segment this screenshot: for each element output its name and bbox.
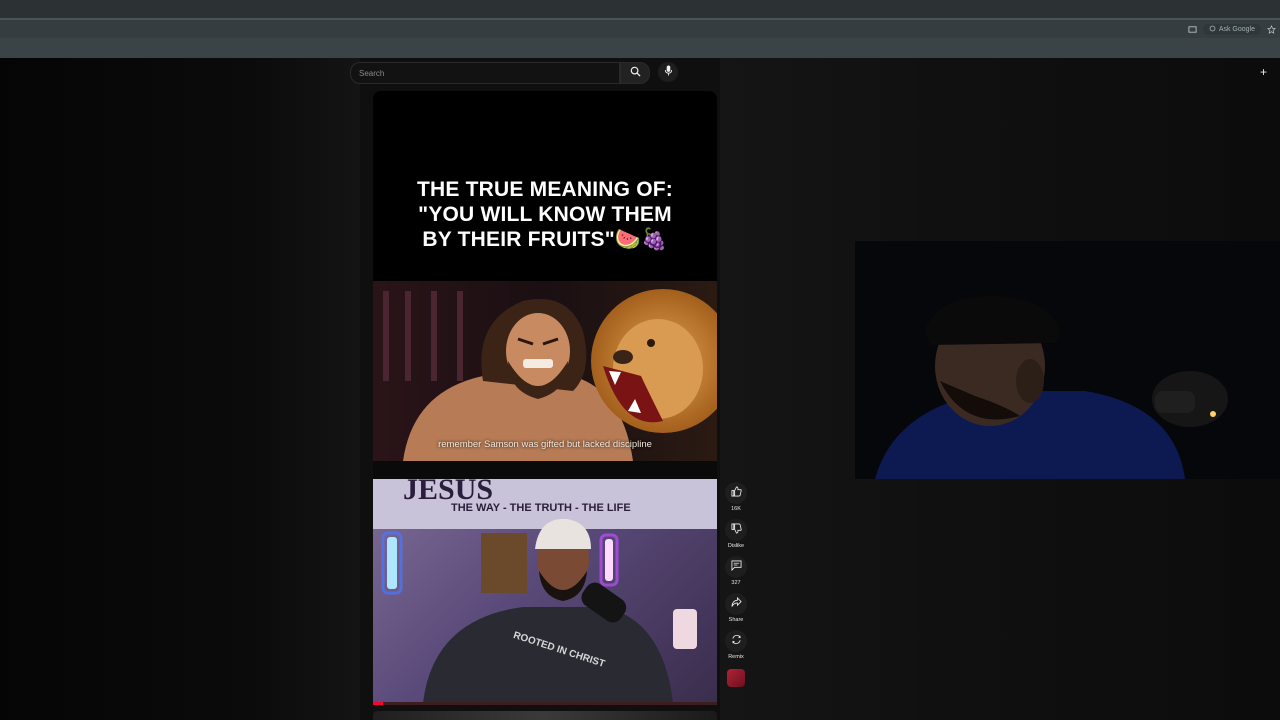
create-button[interactable]: + (1260, 64, 1280, 80)
short-video-player[interactable]: THE TRUE MEANING OF: "YOU WILL KNOW THEM… (373, 91, 717, 461)
streamer-webcam (855, 241, 1280, 479)
mic-icon (664, 63, 673, 81)
video-progress-bar[interactable] (373, 702, 717, 705)
page-left-shade (0, 58, 360, 720)
comment-action: 327 (724, 556, 748, 588)
remix-action: Remix (724, 630, 748, 662)
star-icon[interactable] (1267, 24, 1276, 34)
remix-label: Remix (728, 654, 744, 660)
short-caption: remember Samson was gifted but lacked di… (438, 439, 652, 450)
title-line: BY THEIR FRUITS"🍉🍇 (422, 228, 668, 251)
share-label: Share (728, 617, 744, 623)
short-divider (373, 461, 717, 479)
ask-google-label: Ask Google (1218, 26, 1255, 33)
share-action: Share (724, 593, 748, 625)
search-box (350, 62, 620, 84)
progress-fill (373, 702, 384, 705)
sound-action (724, 667, 748, 687)
samson-lion-illustration (373, 281, 717, 461)
like-count: 16K (731, 506, 741, 512)
banner-line: THE WAY - THE TRUTH - THE LIFE (451, 502, 631, 514)
short-action-rail: 16K Dislike 327 Share Remix (724, 482, 748, 692)
browser-right-icons: Ask Google (1188, 24, 1276, 35)
share-icon (731, 595, 742, 613)
share-button[interactable] (725, 593, 747, 615)
remix-button[interactable] (725, 630, 747, 652)
browser-address-row (0, 38, 1280, 58)
dislike-button[interactable] (725, 519, 747, 541)
comment-icon (731, 558, 742, 576)
comment-count: 327 (731, 580, 741, 586)
browser-tab-strip (0, 0, 1280, 18)
title-line: "YOU WILL KNOW THEM (418, 203, 672, 226)
browser-omnibar-row (0, 20, 1280, 38)
plus-icon: + (1260, 65, 1268, 79)
thumbs-up-icon (731, 484, 742, 502)
google-lens-icon (1209, 25, 1216, 34)
webcam-image (855, 241, 1280, 479)
dislike-label: Dislike (727, 543, 745, 549)
next-short-preview[interactable] (373, 711, 717, 720)
dislike-action: Dislike (724, 519, 748, 551)
voice-search-button[interactable] (658, 62, 678, 82)
search-icon (630, 64, 641, 82)
comments-button[interactable] (725, 556, 747, 578)
like-action: 16K (724, 482, 748, 514)
search-button[interactable] (620, 62, 650, 84)
ask-google-button[interactable]: Ask Google (1202, 24, 1261, 35)
cast-icon[interactable] (1188, 25, 1197, 34)
remix-icon (731, 632, 742, 650)
search-input[interactable] (357, 66, 611, 81)
short-title-overlay: THE TRUE MEANING OF: "YOU WILL KNOW THEM… (373, 177, 717, 252)
thumbs-down-icon (731, 521, 742, 539)
sound-thumbnail[interactable] (727, 669, 745, 687)
reaction-cam-image: JESUS THE WAY - THE TRUTH - THE LIFE ROO… (373, 479, 717, 703)
like-button[interactable] (725, 482, 747, 504)
reaction-cam-feed: JESUS THE WAY - THE TRUTH - THE LIFE ROO… (373, 479, 717, 703)
title-line: THE TRUE MEANING OF: (417, 178, 673, 201)
